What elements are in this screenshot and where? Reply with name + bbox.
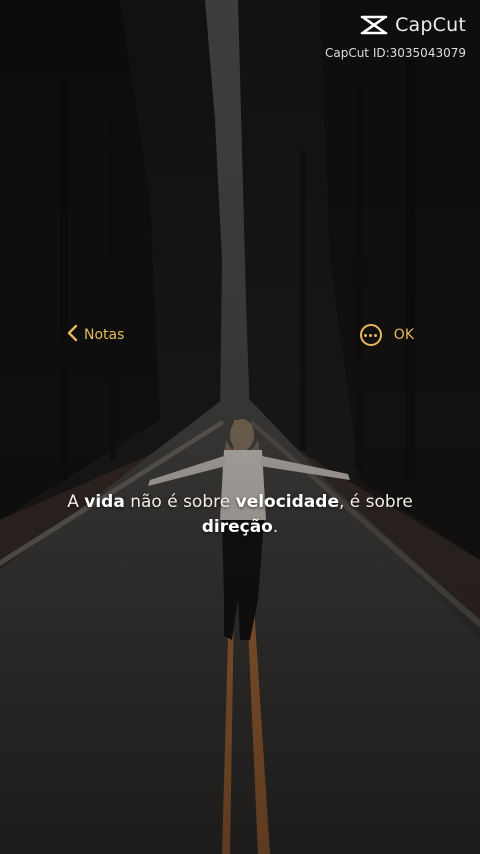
quote-part-2: não é sobre [124, 492, 236, 512]
quote-bold-direcao: direção [201, 517, 273, 537]
capcut-logo-icon [359, 14, 389, 36]
back-button[interactable]: Notas [66, 324, 124, 346]
quote-bold-velocidade: velocidade [235, 492, 339, 512]
notes-header: Notas OK [66, 320, 414, 350]
more-dots-icon[interactable] [359, 324, 382, 346]
chevron-left-icon [66, 324, 78, 346]
back-label: Notas [84, 327, 125, 343]
quote-part-4: . [272, 517, 279, 537]
capcut-id: CapCut ID:3035043079 [324, 46, 466, 60]
quote-text: A vida não é sobre velocidade, é sobre d… [40, 490, 440, 540]
quote-bold-vida: vida [84, 492, 125, 512]
video-frame: CapCut CapCut ID:3035043079 Notas OK A v… [0, 0, 480, 854]
header-actions: OK [359, 324, 414, 346]
capcut-watermark: CapCut CapCut ID:3035043079 [325, 14, 466, 60]
ok-button[interactable]: OK [394, 327, 414, 343]
quote-part-1: A [67, 492, 85, 512]
capcut-brand-label: CapCut [395, 14, 466, 36]
quote-part-3: , é sobre [338, 492, 413, 512]
background-photo [0, 0, 480, 854]
capcut-brand: CapCut [325, 14, 466, 36]
